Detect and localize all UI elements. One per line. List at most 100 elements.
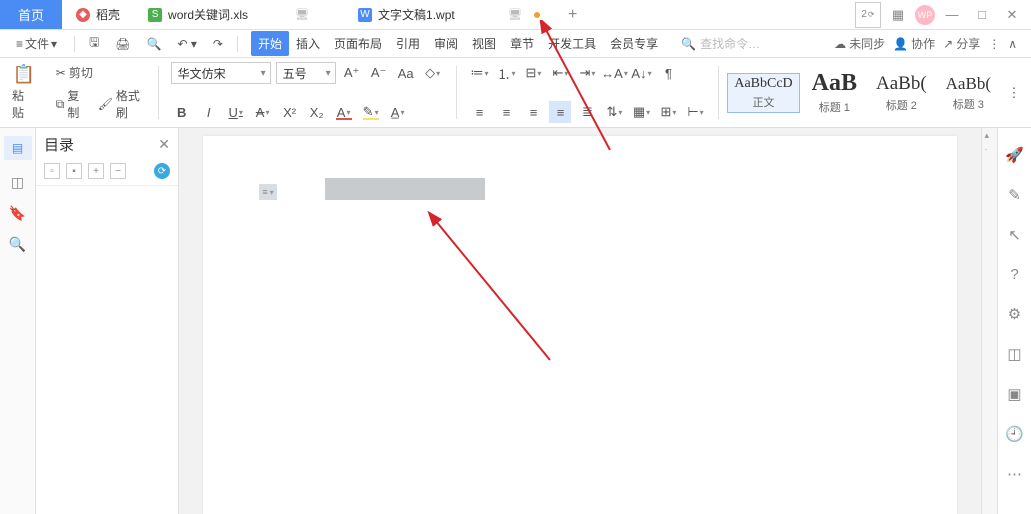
ribbon-tab-references[interactable]: 引用 [389,31,427,56]
align-justify-button[interactable]: ≡ [549,101,571,123]
pen-icon[interactable]: ✎ [1008,186,1021,204]
style-heading2[interactable]: AaBb( 标题 2 [869,70,934,116]
share-button[interactable]: ↗分享 [943,35,980,52]
numbering-button[interactable]: ⒈ [495,62,517,84]
tab-writer-active[interactable]: W 文字文稿1.wpt 🖥 [344,0,554,29]
paste-button[interactable]: 📋 粘贴 [6,62,42,123]
tabs-button[interactable]: ⊢ [684,101,706,123]
ribbon-tabs: 开始 插入 页面布局 引用 审阅 视图 章节 开发工具 会员专享 [251,31,665,56]
style-normal[interactable]: AaBbCcD 正文 [727,73,799,113]
indent-inc-button[interactable]: ⇥ [576,62,598,84]
qa-redo-icon[interactable]: ↷ [208,35,228,53]
cut-button[interactable]: ✂剪切 [52,62,146,83]
ribbon-tab-dev[interactable]: 开发工具 [541,31,603,56]
cursor-icon[interactable]: ↖ [1008,226,1021,244]
ribbon-tab-section[interactable]: 章节 [503,31,541,56]
ribbon-tab-review[interactable]: 审阅 [427,31,465,56]
doc-icon[interactable]: ◫ [1007,345,1021,363]
sync-status[interactable]: ☁未同步 [834,35,885,52]
align-distribute-button[interactable]: ≣ [576,101,598,123]
show-marks-button[interactable]: ¶ [657,62,679,84]
collab-button[interactable]: 👤协作 [893,35,935,52]
outline-panel-button[interactable]: ▤ [4,136,32,160]
close-button[interactable]: ✕ [999,2,1025,28]
command-search[interactable]: 🔍 查找命令… [681,35,760,52]
nav-collapse-button[interactable]: ▪ [66,163,82,179]
avatar[interactable]: WP [915,5,935,25]
sort-button[interactable]: A↓ [630,62,652,84]
line-spacing-button[interactable]: ⇅ [603,101,625,123]
qa-save-icon[interactable]: 🖫 [84,31,104,56]
help-icon[interactable]: ? [1010,266,1018,283]
rocket-icon[interactable]: 🚀 [1005,146,1024,164]
layers-icon[interactable]: ▣ [1007,385,1021,403]
decrease-font-button[interactable]: A⁻ [368,62,390,84]
strike-button[interactable]: A [252,101,274,123]
borders-button[interactable]: ⊞ [657,101,679,123]
tab-docer[interactable]: ◆ 稻壳 [62,0,134,29]
more-menu[interactable]: ⋮ [988,37,1000,51]
find-icon[interactable]: 🔍 [9,236,26,253]
shading-button[interactable]: ▦ [630,101,652,123]
new-tab-button[interactable]: + [554,0,591,29]
minimize-button[interactable]: — [939,2,965,28]
fontcolor-button[interactable]: A [333,101,355,123]
ribbon-tab-start[interactable]: 开始 [251,31,289,56]
close-icon[interactable]: ✕ [158,136,170,153]
char-shading-button[interactable]: A̲ [387,101,409,123]
hamburger-menu[interactable]: ≡ 文件 ▾ [8,33,65,54]
qa-print-icon[interactable]: 🖨 [110,35,135,53]
recent-count-button[interactable]: 2⟳ [855,2,881,28]
nav-add-button[interactable]: + [88,163,104,179]
change-case-button[interactable]: Aa [395,62,417,84]
font-size-select[interactable]: 五号 [276,62,336,84]
page-marker-icon[interactable]: ≡ [259,184,277,200]
ribbon-tab-member[interactable]: 会员专享 [603,31,665,56]
more-icon[interactable]: ⋯ [1007,465,1022,483]
bullets-button[interactable]: ≔ [468,62,490,84]
indent-dec-button[interactable]: ⇤ [549,62,571,84]
align-right-button[interactable]: ≡ [522,101,544,123]
close-icon[interactable] [323,11,330,18]
tab-home[interactable]: 首页 [0,0,62,29]
copy-icon: ⧉ [56,97,65,112]
styles-more-button[interactable]: ⋮ [1003,82,1025,104]
increase-font-button[interactable]: A⁺ [341,62,363,84]
ribbon-tab-view[interactable]: 视图 [465,31,503,56]
ruler-up-icon[interactable]: ▴ [985,130,995,140]
ribbon-tab-layout[interactable]: 页面布局 [327,31,389,56]
bold-button[interactable]: B [171,101,193,123]
style-heading1[interactable]: AaB 标题 1 [805,67,864,118]
ribbon-tab-insert[interactable]: 插入 [289,31,327,56]
nav-expand-button[interactable]: ▫ [44,163,60,179]
underline-button[interactable]: U [225,101,247,123]
copy-button[interactable]: ⧉复制 [52,85,89,123]
char-spacing-button[interactable]: ↔A [603,62,625,84]
history-icon[interactable]: 🕘 [1005,425,1024,443]
italic-button[interactable]: I [198,101,220,123]
tab-spreadsheet[interactable]: S word关键词.xls 🖥 [134,0,344,29]
qa-preview-icon[interactable]: 🔍 [142,35,167,53]
note-icon[interactable]: ◫ [11,174,24,191]
align-left-button[interactable]: ≡ [468,101,490,123]
align-center-button[interactable]: ≡ [495,101,517,123]
highlight-button[interactable]: ✎ [360,101,382,123]
settings-icon[interactable]: ⚙ [1008,305,1021,323]
superscript-button[interactable]: X² [279,101,301,123]
bookmark-icon[interactable]: 🔖 [9,205,26,222]
subscript-button[interactable]: X₂ [306,101,328,123]
collapse-ribbon[interactable]: ∧ [1008,37,1017,51]
nav-remove-button[interactable]: − [110,163,126,179]
qa-undo-icon[interactable]: ↶ ▾ [172,35,201,53]
unsaved-dot-icon [534,12,540,18]
nav-sync-button[interactable]: ⟳ [154,163,170,179]
apps-icon[interactable]: ▦ [885,2,911,28]
multilevel-button[interactable]: ⊟ [522,62,544,84]
font-name-select[interactable]: 华文仿宋 [171,62,271,84]
document-area[interactable]: ≡ [179,128,981,514]
clear-format-button[interactable]: ◇ [422,62,444,84]
document-page[interactable]: ≡ [203,136,957,514]
maximize-button[interactable]: □ [969,2,995,28]
format-painter-button[interactable]: 🖌格式刷 [94,85,146,123]
style-heading3[interactable]: AaBb( 标题 3 [939,71,998,115]
